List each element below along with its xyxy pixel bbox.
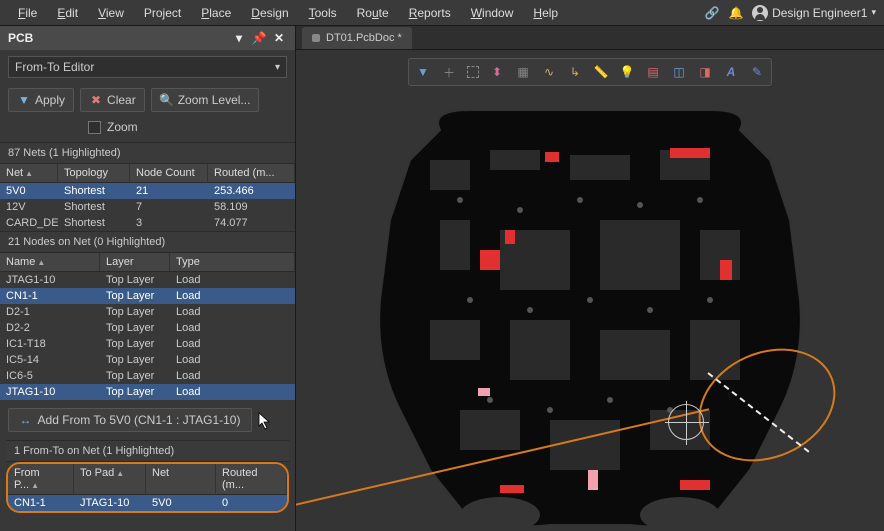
chevron-down-icon: ▾ bbox=[871, 7, 876, 18]
nets-section-header: 87 Nets (1 Highlighted) bbox=[0, 142, 295, 164]
fromto-col-topad[interactable]: To Pad▲ bbox=[74, 464, 146, 494]
route-icon[interactable]: ↳ bbox=[567, 64, 583, 80]
fromto-col-net[interactable]: Net bbox=[146, 464, 216, 494]
menu-place[interactable]: Place bbox=[191, 2, 241, 24]
nodes-col-type[interactable]: Type bbox=[170, 253, 295, 271]
apply-button[interactable]: ▼ Apply bbox=[8, 88, 74, 112]
menu-tools[interactable]: Tools bbox=[299, 2, 347, 24]
zoom-checkbox-label: Zoom bbox=[107, 120, 138, 134]
clip-v-icon[interactable]: ◨ bbox=[697, 64, 713, 80]
pcb-canvas[interactable]: ▼ ＋ ⬍ ▦ ∿ ↳ 📏 💡 ▤ ◫ ◨ A ✎ bbox=[296, 50, 884, 531]
funnel-icon: ▼ bbox=[17, 93, 31, 107]
grid-icon[interactable]: ▦ bbox=[515, 64, 531, 80]
bulb-icon[interactable]: 💡 bbox=[619, 64, 635, 80]
pin-icon[interactable]: 📌 bbox=[251, 30, 267, 46]
zoom-checkbox[interactable] bbox=[88, 121, 101, 134]
align-icon[interactable]: ⬍ bbox=[489, 64, 505, 80]
layer-icon[interactable]: ▤ bbox=[645, 64, 661, 80]
text-a-icon[interactable]: A bbox=[723, 64, 739, 80]
fromto-grid: From P...▲ To Pad▲ Net Routed (m... CN1-… bbox=[8, 464, 287, 511]
nodes-row[interactable]: JTAG1-10Top LayerLoad bbox=[0, 272, 295, 288]
fromto-col-frompad[interactable]: From P...▲ bbox=[8, 464, 74, 494]
clear-button[interactable]: ✖ Clear bbox=[80, 88, 145, 112]
close-icon[interactable]: ✕ bbox=[271, 30, 287, 46]
menu-window[interactable]: Window bbox=[461, 2, 524, 24]
fromto-row[interactable]: CN1-1JTAG1-105V00 bbox=[8, 495, 287, 511]
menu-bar: File Edit View Project Place Design Tool… bbox=[0, 0, 884, 26]
nets-col-routed[interactable]: Routed (m... bbox=[208, 164, 295, 182]
measure-icon[interactable]: 📏 bbox=[593, 64, 609, 80]
add-from-to-button[interactable]: ↔ Add From To 5V0 (CN1-1 : JTAG1-10) bbox=[8, 408, 252, 432]
nodes-col-name[interactable]: Name▲ bbox=[0, 253, 100, 271]
nets-row[interactable]: 5V0Shortest21253.466 bbox=[0, 183, 295, 199]
menu-route[interactable]: Route bbox=[347, 2, 399, 24]
select-rect-icon[interactable] bbox=[467, 66, 479, 78]
nets-row[interactable]: 12VShortest758.109 bbox=[0, 199, 295, 215]
editor-dropdown-label: From-To Editor bbox=[15, 60, 94, 74]
menu-edit[interactable]: Edit bbox=[47, 2, 88, 24]
nets-col-net[interactable]: Net▲ bbox=[0, 164, 58, 182]
clip-h-icon[interactable]: ◫ bbox=[671, 64, 687, 80]
magnifier-icon: 🔍 bbox=[160, 93, 174, 107]
panel-menu-icon[interactable]: ▾ bbox=[231, 30, 247, 46]
pcb-panel: PCB ▾ 📌 ✕ From-To Editor ▼ Apply ✖ Clear… bbox=[0, 26, 296, 531]
avatar-icon bbox=[752, 5, 768, 21]
nodes-row[interactable]: D2-1Top LayerLoad bbox=[0, 304, 295, 320]
document-tab[interactable]: DT01.PcbDoc * bbox=[302, 27, 412, 49]
fromto-section-header: 1 From-To on Net (1 Highlighted) bbox=[6, 440, 289, 462]
editor-dropdown[interactable]: From-To Editor bbox=[8, 56, 287, 78]
menu-view[interactable]: View bbox=[88, 2, 134, 24]
nodes-row[interactable]: IC5-14Top LayerLoad bbox=[0, 352, 295, 368]
user-name: Design Engineer1 bbox=[772, 6, 867, 20]
tab-bar: DT01.PcbDoc * bbox=[296, 26, 884, 50]
menu-reports[interactable]: Reports bbox=[399, 2, 461, 24]
bell-icon[interactable]: 🔔 bbox=[728, 5, 744, 21]
share-icon[interactable]: 🔗 bbox=[704, 5, 720, 21]
wave-icon[interactable]: ∿ bbox=[541, 64, 557, 80]
pcb-board bbox=[370, 100, 810, 530]
menu-design[interactable]: Design bbox=[241, 2, 298, 24]
menu-file[interactable]: File bbox=[8, 2, 47, 24]
panel-title: PCB bbox=[8, 31, 33, 45]
nodes-row[interactable]: D2-2Top LayerLoad bbox=[0, 320, 295, 336]
nodes-row[interactable]: IC1-T18Top LayerLoad bbox=[0, 336, 295, 352]
menu-help[interactable]: Help bbox=[523, 2, 568, 24]
pcb-toolbar: ▼ ＋ ⬍ ▦ ∿ ↳ 📏 💡 ▤ ◫ ◨ A ✎ bbox=[408, 58, 772, 86]
nodes-row[interactable]: IC6-5Top LayerLoad bbox=[0, 368, 295, 384]
crosshair-icon[interactable]: ＋ bbox=[441, 64, 457, 80]
nets-grid: Net▲ Topology Node Count Routed (m... 5V… bbox=[0, 164, 295, 231]
cursor-icon bbox=[258, 412, 272, 430]
clear-icon: ✖ bbox=[89, 93, 103, 107]
nodes-row[interactable]: CN1-1Top LayerLoad bbox=[0, 288, 295, 304]
pencil-icon[interactable]: ✎ bbox=[749, 64, 765, 80]
tab-label: DT01.PcbDoc * bbox=[326, 32, 402, 44]
user-chip[interactable]: Design Engineer1 ▾ bbox=[752, 5, 876, 21]
nets-col-topology[interactable]: Topology bbox=[58, 164, 130, 182]
fromto-highlight-box: From P...▲ To Pad▲ Net Routed (m... CN1-… bbox=[6, 462, 289, 513]
doc-icon bbox=[312, 34, 320, 42]
menu-project[interactable]: Project bbox=[134, 2, 191, 24]
panel-header: PCB ▾ 📌 ✕ bbox=[0, 26, 295, 50]
filter-icon[interactable]: ▼ bbox=[415, 64, 431, 80]
fromto-col-routed[interactable]: Routed (m... bbox=[216, 464, 287, 494]
nodes-section-header: 21 Nodes on Net (0 Highlighted) bbox=[0, 231, 295, 253]
link-icon: ↔ bbox=[20, 413, 32, 427]
zoom-level-button[interactable]: 🔍 Zoom Level... bbox=[151, 88, 260, 112]
nets-row[interactable]: CARD_DEShortest374.077 bbox=[0, 215, 295, 231]
nets-col-nodecount[interactable]: Node Count bbox=[130, 164, 208, 182]
editor-area: DT01.PcbDoc * ▼ ＋ ⬍ ▦ ∿ ↳ 📏 💡 ▤ ◫ ◨ A ✎ bbox=[296, 26, 884, 531]
nodes-col-layer[interactable]: Layer bbox=[100, 253, 170, 271]
nodes-grid: Name▲ Layer Type JTAG1-10Top LayerLoad C… bbox=[0, 253, 295, 400]
nodes-row[interactable]: JTAG1-10Top LayerLoad bbox=[0, 384, 295, 400]
